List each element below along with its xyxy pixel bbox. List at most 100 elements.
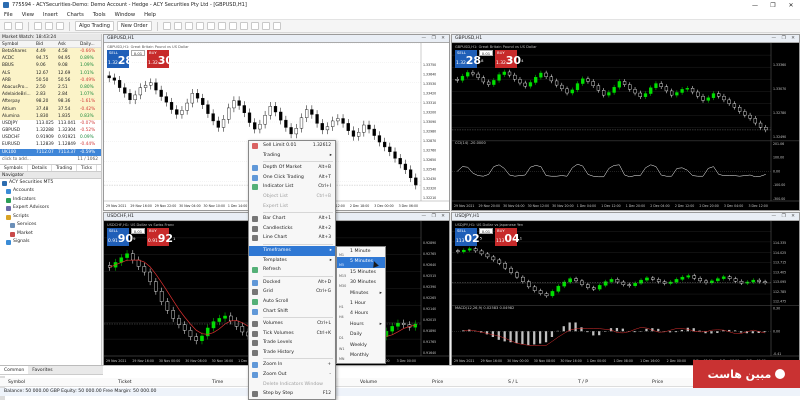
col-time[interactable]: Time xyxy=(212,380,223,385)
market-watch-row[interactable]: Afterpay 98.20 98.36 -1.61% xyxy=(0,98,101,106)
add-symbol-text[interactable]: click to add... xyxy=(2,156,31,163)
context-menu-item[interactable]: Zoom Out - xyxy=(249,370,335,380)
timeframe-item[interactable]: Hours ▸ xyxy=(337,320,385,330)
navigator-item[interactable]: Signals xyxy=(0,238,101,247)
col-sl[interactable]: S / L xyxy=(508,380,518,385)
market-watch-row[interactable]: Alumina 1.830 1.835 0.83% xyxy=(0,112,101,120)
chart-window-usdjpy[interactable]: USDJPY,H1 — ❐ ✕ 114.335 114.025 113.715 113.4… xyxy=(451,212,800,366)
context-menu-item[interactable]: Sell Limit 0.01 1.32612 xyxy=(249,141,335,151)
context-menu-item[interactable]: Chart Shift xyxy=(249,307,335,317)
tab-trading[interactable]: Trading xyxy=(52,164,77,171)
navigator-item[interactable]: Indicators xyxy=(0,196,101,205)
buy-button[interactable]: BUY 1.32304 xyxy=(495,50,523,68)
sell-button[interactable]: SELL 1.32288 xyxy=(455,50,483,68)
market-watch-row[interactable]: EURUSD 1.12839 1.12849 -0.44% xyxy=(0,141,101,149)
new-order-button[interactable]: New Order xyxy=(116,21,152,31)
col-tp[interactable]: T / P xyxy=(578,380,588,385)
context-menu-item[interactable]: Candlesticks Alt+2 xyxy=(249,224,335,234)
timeframe-item[interactable]: MN Monthly xyxy=(337,351,385,361)
chart-window-controls[interactable]: — ❐ ✕ xyxy=(422,213,447,221)
timeframe-item[interactable]: M30 30 Minutes xyxy=(337,278,385,288)
market-watch-row[interactable]: AdelaideBri... 2.83 2.84 1.07% xyxy=(0,91,101,99)
menu-file[interactable]: File xyxy=(4,12,13,18)
timeframe-item[interactable]: M15 15 Minutes xyxy=(337,268,385,278)
zoom-out-icon[interactable] xyxy=(206,22,215,30)
context-menu-item[interactable]: Step by Step F12 xyxy=(249,389,335,399)
col-price-current[interactable]: Price xyxy=(652,380,663,385)
menu-insert[interactable]: Insert xyxy=(43,12,58,18)
sell-button[interactable]: SELL 0.91909 xyxy=(107,228,135,246)
tab-ticks[interactable]: Ticks xyxy=(77,164,98,171)
market-watch-row[interactable]: AbacusPro... 2.50 2.51 0.80% xyxy=(0,83,101,92)
context-menu-item[interactable]: Auto Scroll xyxy=(249,297,335,307)
chart-title-bar[interactable]: GBPUSD,H1 — ❐ ✕ xyxy=(104,35,449,43)
menu-view[interactable]: View xyxy=(22,12,34,18)
market-watch-row[interactable]: ARB 50.50 50.56 -0.49% xyxy=(0,76,101,84)
context-menu-item[interactable]: Docked Alt+D xyxy=(249,278,335,288)
buy-button[interactable]: BUY 1.32304 xyxy=(147,50,175,68)
navigator-item[interactable]: Expert Advisors xyxy=(0,204,101,213)
context-menu-item[interactable]: Depth Of Market Alt+B xyxy=(249,163,335,173)
context-menu-item[interactable]: Timeframes ▸ xyxy=(249,245,335,256)
market-watch-row[interactable]: USDJPY 113.025 113.041 -0.07% xyxy=(0,119,101,128)
context-menu-item[interactable]: Expert List xyxy=(249,202,335,212)
candlestick-icon[interactable] xyxy=(173,22,182,30)
col-ticket[interactable]: Ticket xyxy=(118,380,132,385)
toolbox-icon[interactable] xyxy=(56,22,64,30)
col-volume[interactable]: Volume xyxy=(360,380,377,385)
col-bid[interactable]: Bid xyxy=(36,41,58,48)
sell-button[interactable]: SELL 1.32288 xyxy=(107,50,135,68)
menu-window[interactable]: Window xyxy=(115,12,135,18)
tab-symbols[interactable]: Symbols xyxy=(0,164,28,171)
timeframe-item[interactable]: W1 Weekly xyxy=(337,341,385,351)
menu-charts[interactable]: Charts xyxy=(67,12,84,18)
market-watch-row[interactable]: Altium 37.48 37.54 -0.42% xyxy=(0,105,101,113)
algo-trading-button[interactable]: Algo Trading xyxy=(75,21,114,31)
tab-details[interactable]: Details xyxy=(28,164,52,171)
chart-shift-icon[interactable] xyxy=(239,22,248,30)
col-symbol[interactable]: Symbol xyxy=(2,41,36,48)
market-watch-row[interactable]: BetaShares 4.49 4.58 -0.66% xyxy=(0,48,101,56)
bar-chart-icon[interactable] xyxy=(162,22,171,30)
chart-title-bar[interactable]: GBPUSD,H1 — ❐ ✕ xyxy=(452,35,799,43)
chart-plot-area[interactable]: 1.33360 1.33070 1.32780 1.32490 201.06 100.00… xyxy=(452,43,799,210)
context-menu-item[interactable]: Object List Ctrl+B xyxy=(249,192,335,202)
sell-button[interactable]: SELL 113025 xyxy=(455,228,482,246)
context-menu-item[interactable]: Trade Levels xyxy=(249,338,335,348)
line-chart-icon[interactable] xyxy=(184,22,193,30)
chart-window-gbpusd-dark[interactable]: GBPUSD,H1— ❐ ✕ 1.33360 1.33070 1.32780 1.324… xyxy=(451,34,800,211)
buy-button[interactable]: BUY 0.91921 xyxy=(147,228,175,246)
chart-window-controls[interactable]: — ❐ ✕ xyxy=(772,35,797,43)
templates-icon[interactable] xyxy=(272,22,281,30)
context-menu-item[interactable]: Trade History xyxy=(249,348,335,358)
menu-tools[interactable]: Tools xyxy=(93,12,106,18)
market-watch-icon[interactable] xyxy=(34,22,42,30)
navigator-item[interactable]: Services xyxy=(0,221,101,230)
context-menu-item[interactable]: Zoom In + xyxy=(249,360,335,370)
context-menu-item[interactable]: Grid Ctrl+G xyxy=(249,287,335,297)
chart-title-bar[interactable]: USDJPY,H1 — ❐ ✕ xyxy=(452,213,799,221)
auto-scroll-icon[interactable] xyxy=(228,22,237,30)
context-menu-item[interactable]: Tick Volumes Ctrl+K xyxy=(249,329,335,339)
navigator-item[interactable]: Market xyxy=(0,230,101,239)
context-menu-item[interactable]: Indicator List Ctrl+I xyxy=(249,182,335,192)
market-watch-row[interactable]: ACDC 94.75 94.95 0.89% xyxy=(0,55,101,63)
buy-button[interactable]: BUY 113041 xyxy=(495,228,522,246)
col-symbol[interactable]: Symbol xyxy=(8,380,25,385)
navigator-icon[interactable] xyxy=(45,22,53,30)
context-menu-item[interactable]: Delete Indicators Window xyxy=(249,380,335,390)
col-daily[interactable]: Daily... xyxy=(80,41,102,48)
chart-window-controls[interactable]: — ❐ ✕ xyxy=(772,213,797,221)
timeframe-item[interactable]: M1 1 Minute xyxy=(337,247,385,257)
context-menu-item[interactable]: Volumes Ctrl+L xyxy=(249,319,335,329)
market-watch-add[interactable]: click to add... 11 / 1062 xyxy=(0,156,101,163)
tile-windows-icon[interactable] xyxy=(217,22,226,30)
navigator-item[interactable]: Accounts xyxy=(0,187,101,196)
zoom-in-icon[interactable] xyxy=(195,22,204,30)
market-watch-row[interactable]: GBPUSD 1.32288 1.32304 -0.52% xyxy=(0,127,101,135)
timeframe-item[interactable]: H4 4 Hours xyxy=(337,309,385,319)
timeframe-item[interactable]: H1 1 Hour xyxy=(337,299,385,309)
context-menu-item[interactable]: Trading ▸ xyxy=(249,151,335,161)
context-menu-item[interactable]: One Click Trading Alt+T xyxy=(249,173,335,183)
menu-help[interactable]: Help xyxy=(144,12,156,18)
